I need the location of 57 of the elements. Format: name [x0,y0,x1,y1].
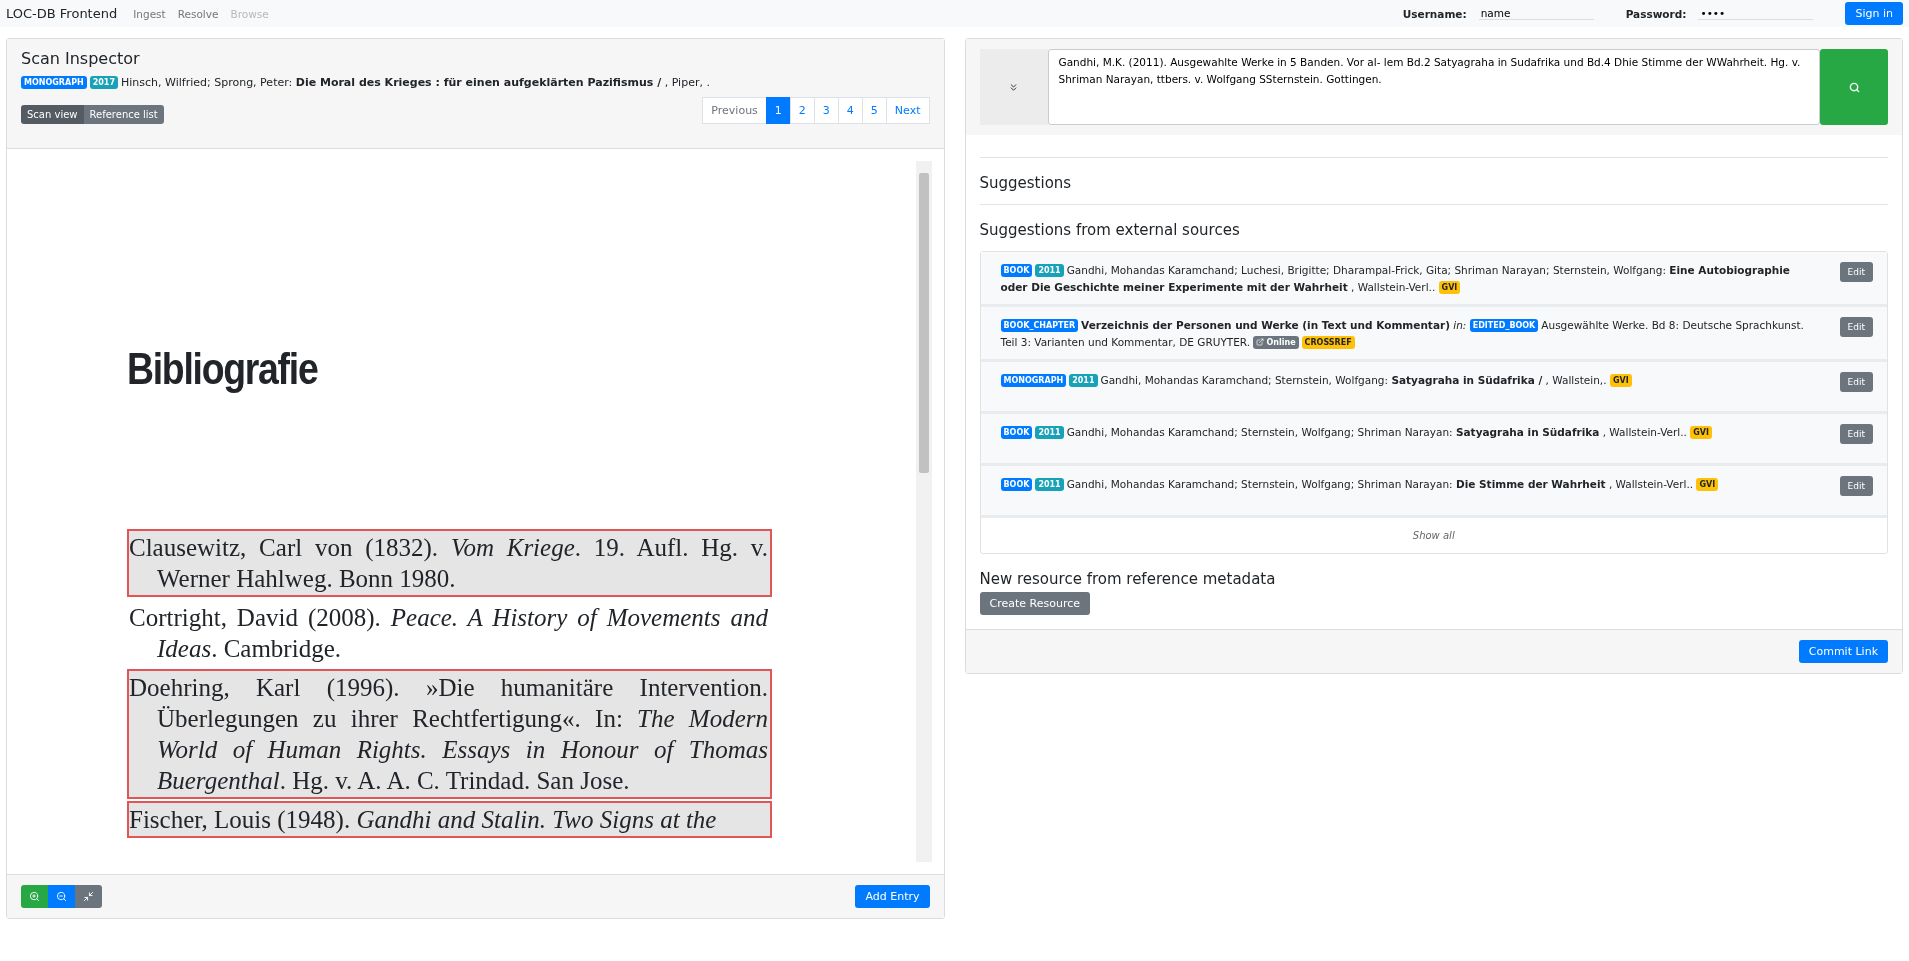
page-link[interactable]: 1 [765,97,791,124]
edit-button[interactable]: Edit [1839,424,1873,444]
bibliography-entry[interactable]: Clausewitz, Carl von (1832). Vom Kriege. 19. Aufl. Hg. v. Werner Hahlweg. Bonn 1980. [127,529,772,597]
reference-input[interactable]: Gandhi, M.K. (2011). Ausgewahlte Werke in 5 Banden. Vor al- lem Bd.2 Satyagraha in Sudafrika und Bd.4 Dhie Stimme der WWahrheit. Hg. v. Shriman Narayan, ttbers. v. Wolfgang SSternstein. Gottingen. [1047,49,1820,125]
zoom-in-button[interactable] [21,885,48,908]
suggestion-citation: BOOK 2011 Gandhi, Mohandas Karamchand; Luchesi, Brigitte; Dharampal-Frick, Gita; Shriman Narayan; Sternstein, Wolfgang: Eine Autobiographie oder Die Geschichte meiner Experimente mit der Wahrheit , Wallstein-Verl.. GVI [1000,263,1791,296]
suggestion-citation: MONOGRAPH 2011 Gandhi, Mohandas Karamchand; Sternstein, Wolfgang: Satyagraha in Südafrika / , Wallstein,. GVI [1000,372,1635,389]
page-link[interactable]: Next [885,97,930,124]
suggestion-citation: BOOK 2011 Gandhi, Mohandas Karamchand; Sternstein, Wolfgang; Shriman Narayan: Satyagraha in Südafrika , Wallstein-Verl.. GVI [1000,424,1715,441]
suggestion-citation: BOOK 2011 Gandhi, Mohandas Karamchand; Sternstein, Wolfgang; Shriman Narayan: Die Stimme der Wahrheit , Wallstein-Verl.. GVI [1000,476,1722,493]
create-resource-button[interactable]: Create Resource [979,592,1090,615]
password-label: Password: [1625,7,1687,20]
nav-link[interactable]: Resolve [177,7,219,20]
view-toggle-button[interactable]: Reference list [83,105,164,124]
username-label: Username: [1402,7,1467,20]
sign-in-button[interactable]: Sign in [1845,2,1903,25]
zoom-out-icon [56,891,67,902]
external-link-icon [1256,338,1265,346]
section-heading: New resource from reference metadata [979,569,1277,590]
resource-citation: MONOGRAPH 2017 Hinsch, Wilfried; Sprong, Peter: Die Moral des Krieges : für einen aufgeklärten Pazifismus / , Piper, . [21,74,930,91]
edit-button[interactable]: Edit [1839,372,1873,392]
suggestion-citation: BOOK_CHAPTER Verzeichnis der Personen und Werke (in Text und Kommentar) in: EDITED_BOOK Ausgewählte Werke. Bd 8: Deutsche Sprachkunst. Teil 3: Varianten und Kommentar, DE GRUYTER. Online CROSSREF [1000,318,1805,351]
page-link[interactable]: 3 [813,97,839,124]
bibliography-entry[interactable]: Doehring, Karl (1996). »Die humanitäre Intervention. Überlegungen zu ihrer Rechtfertigung«. In: The Modern World of Human Rights. Essays in Honour of Thomas Buergenthal. Hg. v. A. A. C. Trindad. San Jose. [127,669,772,799]
suggestion-item[interactable]: MONOGRAPH 2011 Gandhi, Mohandas Karamchand; Sternstein, Wolfgang: Satyagraha in Südafrika / , Wallstein,. GVI Edit [980,362,1887,414]
view-toggle-button[interactable]: Scan view [21,105,84,124]
edit-button[interactable]: Edit [1839,262,1873,282]
edit-button[interactable]: Edit [1839,476,1873,496]
scan-heading: Bibliografie [127,344,319,394]
nav-link[interactable]: Ingest [133,7,166,20]
suggestion-item[interactable]: BOOK 2011 Gandhi, Mohandas Karamchand; Sternstein, Wolfgang; Shriman Narayan: Satyagraha in Südafrika , Wallstein-Verl.. GVI Edit [980,414,1887,466]
username-field[interactable]: name [1478,7,1594,20]
bibliography-entry[interactable]: Fischer, Louis (1948). Gandhi and Stalin. Two Signs at the [127,801,772,838]
section-heading: Suggestions [979,157,1888,204]
expand-toggle[interactable] [979,49,1048,125]
inward-arrows-icon [83,891,94,902]
suggestion-item[interactable]: BOOK 2011 Gandhi, Mohandas Karamchand; Sternstein, Wolfgang; Shriman Narayan: Die Stimme der Wahrheit , Wallstein-Verl.. GVI Edit [980,466,1887,518]
suggestion-item[interactable]: BOOK_CHAPTER Verzeichnis der Personen und Werke (in Text und Kommentar) in: EDITED_BOOK Ausgewählte Werke. Bd 8: Deutsche Sprachkunst. Teil 3: Varianten und Kommentar, DE GRUYTER. Online CROSSREF Edit [980,307,1887,362]
page-link[interactable]: 5 [861,97,887,124]
add-entry-button[interactable]: Add Entry [855,885,930,908]
bibliography-entry[interactable]: Cortright, David (2008). Peace. A History of Movements and Ideas. Cambridge. [127,599,772,667]
app-brand[interactable]: LOC-DB Frontend [6,6,118,21]
zoom-out-button[interactable] [48,885,75,908]
page-link[interactable]: 2 [789,97,815,124]
suggestion-item[interactable] [980,252,1887,307]
commit-link-button[interactable]: Commit Link [1798,640,1888,663]
section-heading: Suggestions from external sources [979,204,1888,251]
password-field[interactable]: •••• [1698,7,1814,20]
search-icon [1848,81,1860,93]
double-chevron-down-icon [1008,81,1019,93]
page-link[interactable]: 4 [837,97,863,124]
shrink-button[interactable] [75,885,102,908]
zoom-in-icon [29,891,40,902]
page-link[interactable]: Previous [702,97,767,124]
show-all-link[interactable]: Show all [980,518,1887,553]
panel-title: Scan Inspector [21,49,141,68]
edit-button[interactable]: Edit [1839,317,1873,337]
